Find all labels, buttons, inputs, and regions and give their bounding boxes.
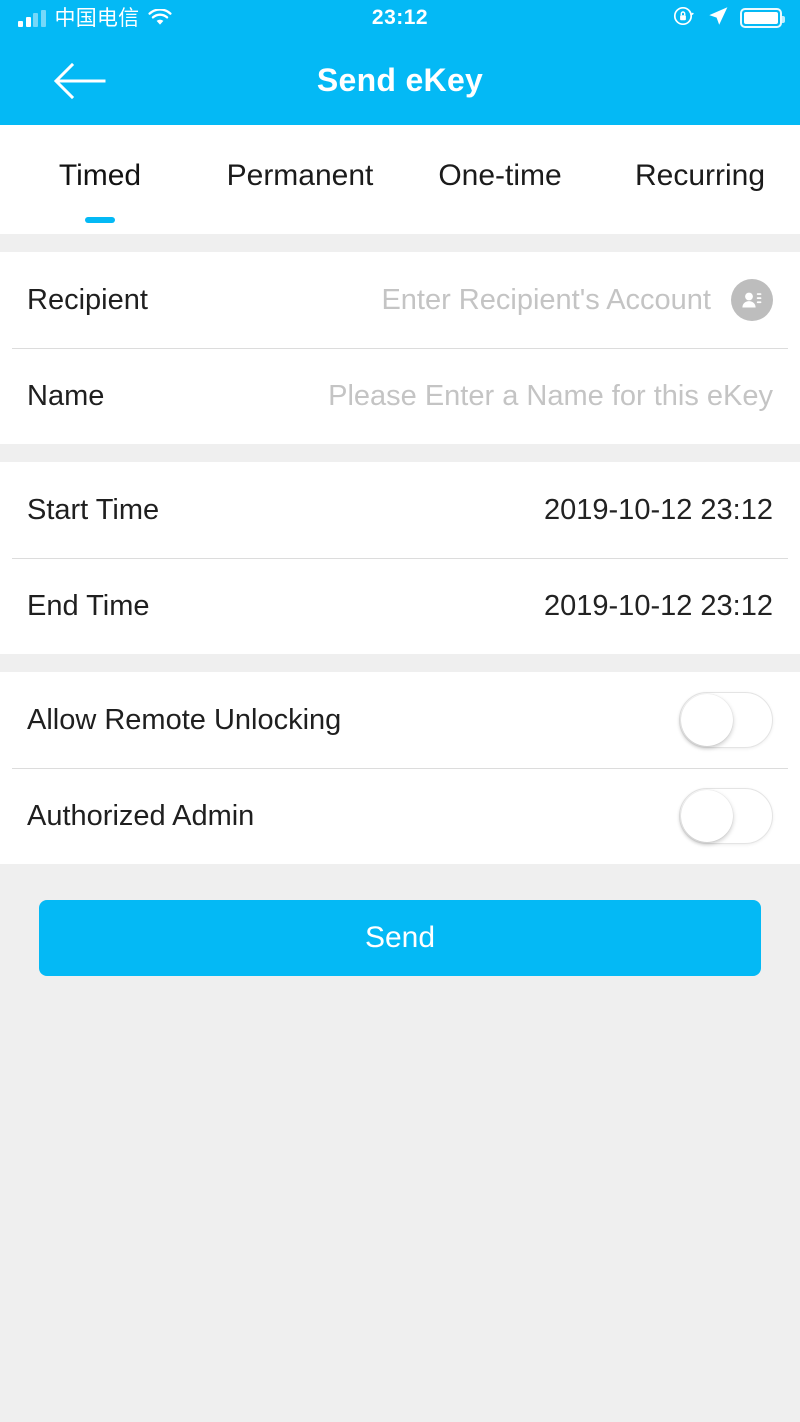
contacts-icon xyxy=(742,292,762,308)
app-screen: 中国电信 23:12 Send eKey Timed Permanent One… xyxy=(0,0,800,1422)
authorized-admin-label: Authorized Admin xyxy=(27,799,255,832)
tab-label: Recurring xyxy=(634,159,766,192)
status-bar-left: 中国电信 xyxy=(18,8,172,29)
tab-recurring[interactable]: Recurring xyxy=(600,161,800,191)
tab-permanent[interactable]: Permanent xyxy=(200,161,400,191)
page-title: Send eKey xyxy=(316,62,484,98)
status-bar-right xyxy=(672,4,785,33)
tab-label: Timed xyxy=(58,159,142,192)
back-button[interactable] xyxy=(42,52,116,110)
battery-icon xyxy=(740,8,785,28)
end-time-value[interactable]: 2019-10-12 23:12 xyxy=(544,591,773,621)
wifi-icon xyxy=(148,8,172,27)
name-input[interactable]: Please Enter a Name for this eKey xyxy=(328,381,773,411)
allow-remote-unlocking-label: Allow Remote Unlocking xyxy=(27,703,342,736)
section-gap xyxy=(0,234,800,252)
back-arrow-icon xyxy=(53,62,106,99)
authorized-admin-toggle[interactable] xyxy=(679,788,773,844)
recipient-row[interactable]: Recipient Enter Recipient's Account xyxy=(27,252,773,348)
toggle-knob xyxy=(681,790,733,842)
tab-label: One-time xyxy=(438,159,562,192)
authorized-admin-row[interactable]: Authorized Admin xyxy=(12,768,788,864)
tab-label: Permanent xyxy=(226,159,374,192)
contacts-button[interactable] xyxy=(731,279,773,321)
start-time-value[interactable]: 2019-10-12 23:12 xyxy=(544,495,773,525)
send-button[interactable]: Send xyxy=(39,900,761,976)
tab-active-indicator xyxy=(85,217,115,223)
section-gap xyxy=(0,654,800,672)
allow-remote-unlocking-row[interactable]: Allow Remote Unlocking xyxy=(27,672,773,768)
time-section: Start Time 2019-10-12 23:12 End Time 201… xyxy=(0,462,800,654)
start-time-row[interactable]: Start Time 2019-10-12 23:12 xyxy=(27,462,773,558)
carrier-label: 中国电信 xyxy=(54,6,140,30)
tab-one-time[interactable]: One-time xyxy=(400,161,600,191)
location-arrow-icon xyxy=(707,5,729,32)
permissions-section: Allow Remote Unlocking Authorized Admin xyxy=(0,672,800,864)
name-row[interactable]: Name Please Enter a Name for this eKey xyxy=(12,348,788,444)
tab-bar: Timed Permanent One-time Recurring xyxy=(0,125,800,234)
name-label: Name xyxy=(27,379,105,412)
status-bar: 中国电信 23:12 xyxy=(0,0,800,36)
end-time-row[interactable]: End Time 2019-10-12 23:12 xyxy=(12,558,788,654)
rotation-lock-icon xyxy=(672,4,696,33)
toggle-knob xyxy=(681,694,733,746)
app-header: Send eKey xyxy=(0,36,800,125)
cellular-signal-icon xyxy=(18,9,46,27)
tab-timed[interactable]: Timed xyxy=(0,159,200,223)
recipient-label: Recipient xyxy=(27,283,148,316)
start-time-label: Start Time xyxy=(27,493,160,526)
allow-remote-unlocking-toggle[interactable] xyxy=(679,692,773,748)
section-gap xyxy=(0,444,800,462)
send-button-container: Send xyxy=(0,864,800,976)
end-time-label: End Time xyxy=(27,589,150,622)
recipient-section: Recipient Enter Recipient's Account Name… xyxy=(0,252,800,444)
recipient-input[interactable]: Enter Recipient's Account xyxy=(381,285,711,315)
